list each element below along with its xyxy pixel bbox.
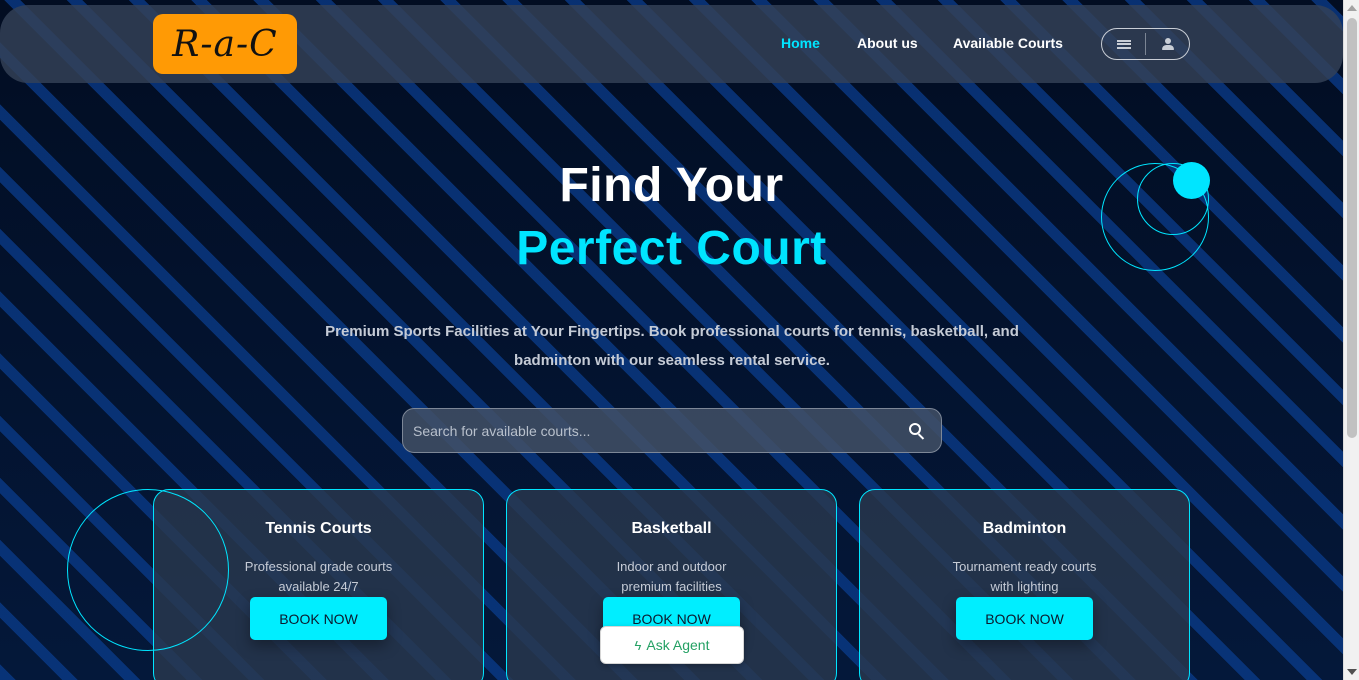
search-icon[interactable]	[909, 423, 927, 441]
book-now-button-badminton[interactable]: BOOK NOW	[956, 597, 1093, 640]
bolt-icon: ϟ	[634, 637, 642, 653]
card-description: Tournament ready courts with lighting	[952, 559, 1097, 594]
user-icon	[1161, 38, 1174, 50]
ask-agent-button[interactable]: ϟ Ask Agent	[600, 626, 744, 664]
hamburger-icon	[1116, 39, 1131, 49]
account-menu-pill	[1101, 28, 1190, 60]
menu-button[interactable]	[1102, 29, 1145, 59]
search-bar	[402, 408, 942, 453]
card-description: Indoor and outdoor premium facilities	[616, 559, 727, 594]
scrollbar-thumb[interactable]	[1347, 18, 1357, 438]
scroll-down-arrow-icon[interactable]	[1347, 669, 1357, 675]
court-card-badminton: Badminton Tournament ready courts with l…	[859, 489, 1190, 680]
nav-link-available-courts[interactable]: Available Courts	[953, 35, 1063, 51]
ask-agent-label: Ask Agent	[646, 637, 710, 653]
navbar: R-a-C Home About us Available Courts	[0, 5, 1343, 83]
hero-subtitle: Premium Sports Facilities at Your Finger…	[325, 323, 1019, 369]
logo[interactable]: R-a-C	[153, 14, 297, 74]
user-button[interactable]	[1146, 29, 1189, 59]
search-input[interactable]	[413, 409, 893, 452]
hero-title-line1: Find Your	[559, 159, 784, 212]
book-now-button-tennis[interactable]: BOOK NOW	[250, 597, 387, 640]
nav-link-about[interactable]: About us	[857, 35, 918, 51]
nav-link-home[interactable]: Home	[781, 35, 820, 51]
hero-title-line2: Perfect Court	[516, 222, 827, 275]
card-title: Basketball	[631, 520, 712, 537]
card-title: Badminton	[982, 520, 1067, 537]
card-description: Professional grade courts available 24/7	[244, 559, 393, 594]
scroll-up-arrow-icon[interactable]	[1347, 5, 1357, 11]
decorative-circle-left	[67, 489, 229, 651]
page-scrollbar[interactable]	[1343, 0, 1359, 680]
